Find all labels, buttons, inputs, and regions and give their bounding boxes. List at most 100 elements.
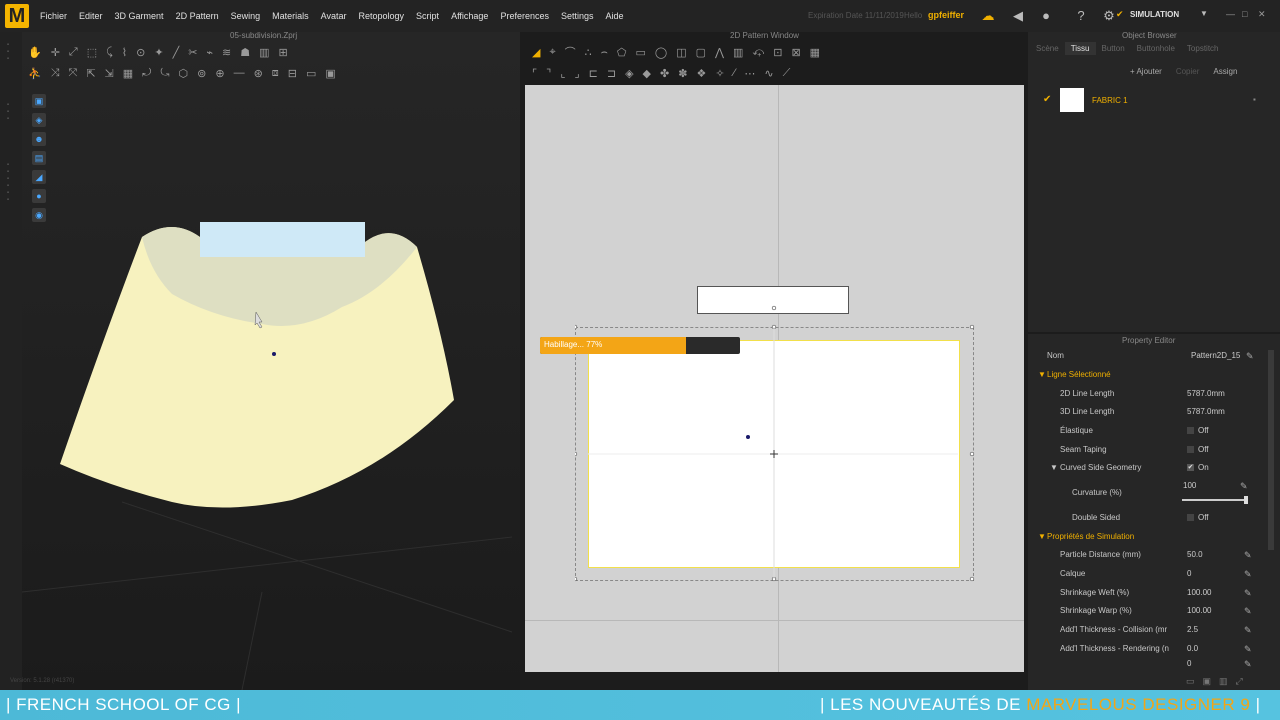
assign-fabric-button[interactable]: Assign — [1213, 67, 1237, 76]
property-editor-scrollbar[interactable] — [1268, 350, 1274, 550]
property-value[interactable]: Off — [1187, 422, 1209, 440]
property-value[interactable]: 0 — [1187, 658, 1191, 670]
property-value[interactable]: 100.00 — [1187, 602, 1211, 620]
zipper-icon[interactable]: ✧ — [715, 67, 724, 80]
menu-avatar[interactable]: Avatar — [315, 11, 353, 21]
dart-tool-icon[interactable]: ⋀ — [715, 46, 724, 59]
property-value[interactable]: 2.5 — [1187, 621, 1198, 639]
add-point-icon[interactable]: ∴ — [585, 46, 592, 59]
edit-pattern-icon[interactable]: ⌖ — [549, 46, 555, 59]
subsection-toggle-icon[interactable]: ▼ — [1050, 459, 1058, 477]
curvature-icon[interactable]: ⌢ — [601, 46, 608, 59]
section-toggle-icon[interactable]: ▼ — [1038, 366, 1046, 384]
menu-materials[interactable]: Materials — [266, 11, 315, 21]
edit-name-icon[interactable]: ✎ — [1246, 347, 1254, 365]
edit-icon[interactable]: ✎ — [1244, 621, 1252, 639]
chevron-down-icon[interactable]: ▼ — [1200, 9, 1208, 18]
topstitch-icon[interactable]: ⁄ — [734, 67, 736, 79]
section-proprietes-simulation[interactable]: ▼ Propriétés de Simulation — [1034, 528, 1270, 546]
menu-script[interactable]: Script — [410, 11, 445, 21]
trace-tool-icon[interactable]: ▥ — [733, 46, 743, 59]
view-layout-icon[interactable]: ▭ — [1186, 676, 1195, 687]
tab-tissu[interactable]: Tissu — [1064, 42, 1096, 55]
elastic-icon[interactable]: ∿ — [764, 67, 773, 80]
property-value[interactable]: ✔ On — [1187, 459, 1209, 477]
edit-curvature-icon[interactable]: ✎ — [1240, 477, 1248, 495]
texture-icon[interactable]: ◈ — [625, 67, 633, 80]
menu-preferences[interactable]: Preferences — [494, 11, 555, 21]
checkbox-seam-taping[interactable] — [1187, 446, 1194, 454]
property-value[interactable]: 100 — [1183, 477, 1196, 495]
modular-tab-icon[interactable]: ▪▪▪▪▪▪ — [5, 162, 11, 204]
3d-view-icon[interactable]: ▣ — [1203, 676, 1212, 687]
piping-icon[interactable]: ⋯ — [744, 67, 755, 80]
menu-affichage[interactable]: Affichage — [445, 11, 494, 21]
cloud-icon[interactable]: ☁ — [980, 8, 996, 24]
property-value[interactable]: 100.00 — [1187, 584, 1211, 602]
minimize-icon[interactable]: — — [1226, 9, 1235, 19]
edit-sewing-icon[interactable]: ⌟ — [574, 67, 579, 80]
menu-retopology[interactable]: Retopology — [353, 11, 411, 21]
section-ligne-selectionne[interactable]: ▼ Ligne Sélectionné — [1034, 366, 1270, 384]
seam-allowance-icon[interactable]: ⊡ — [773, 46, 782, 59]
maximize-icon[interactable]: □ — [1242, 9, 1247, 19]
internal-rect-icon[interactable]: ▢ — [696, 46, 706, 59]
annotation-icon[interactable]: ⊠ — [791, 46, 800, 59]
curvature-slider[interactable] — [1182, 499, 1246, 501]
fabric-swatch[interactable] — [1060, 88, 1084, 112]
2d-view-icon[interactable]: ▥ — [1219, 676, 1228, 687]
edit-icon[interactable]: ✎ — [1244, 546, 1252, 564]
menu-2d-pattern[interactable]: 2D Pattern — [170, 11, 225, 21]
button-tool-icon[interactable]: ✽ — [678, 67, 687, 80]
tab-scene[interactable]: Scène — [1030, 42, 1065, 55]
edit-curve-icon[interactable]: ⌒ — [565, 44, 576, 60]
checkbox-double-sided[interactable] — [1187, 514, 1194, 522]
property-value[interactable]: Off — [1187, 441, 1209, 459]
segment-sewing-icon[interactable]: ⌜ — [532, 67, 537, 80]
settings-icon[interactable]: ⚙ — [1101, 8, 1117, 24]
copy-fabric-button[interactable]: Copier — [1176, 67, 1200, 76]
edit-texture-icon[interactable]: ◆ — [643, 67, 651, 80]
buttonhole-icon[interactable]: ❖ — [696, 67, 706, 80]
tab-topstitch[interactable]: Topstitch — [1181, 42, 1225, 55]
checkbox-elastique[interactable] — [1187, 427, 1194, 435]
garment-3d-render[interactable] — [22, 32, 520, 690]
add-fabric-button[interactable]: + Ajouter — [1130, 67, 1162, 76]
fold-arrange-icon[interactable]: ⤽ — [752, 46, 764, 59]
property-value[interactable]: 0 — [1187, 565, 1191, 583]
ellipse-tool-icon[interactable]: ◯ — [655, 46, 667, 59]
curvature-slider-handle[interactable] — [1244, 496, 1248, 504]
tab-button[interactable]: Button — [1096, 42, 1131, 55]
edit-icon[interactable]: ✎ — [1244, 658, 1252, 670]
property-value[interactable]: Off — [1187, 509, 1209, 527]
menu-sewing[interactable]: Sewing — [225, 11, 267, 21]
checkbox-curved-side[interactable]: ✔ — [1187, 464, 1194, 472]
close-icon[interactable]: ✕ — [1258, 9, 1266, 20]
menu-3d-garment[interactable]: 3D Garment — [109, 11, 170, 21]
property-value[interactable]: 50.0 — [1187, 546, 1203, 564]
simulation-mode-label[interactable]: SIMULATION — [1130, 10, 1179, 19]
menu-fichier[interactable]: Fichier — [34, 11, 73, 21]
property-name-value[interactable]: Pattern2D_15 — [1191, 347, 1240, 365]
grading-icon[interactable]: ▦ — [810, 46, 820, 59]
tape-icon[interactable]: ⟋ — [783, 67, 791, 80]
library-tab-icon[interactable]: ▪▪▪ — [5, 42, 11, 63]
username[interactable]: gpfeiffer — [928, 10, 964, 20]
help-icon[interactable]: ? — [1073, 8, 1089, 24]
menu-editer[interactable]: Editer — [73, 11, 109, 21]
fabric-delete-icon[interactable]: ▪ — [1253, 95, 1256, 104]
m-n-sewing-icon[interactable]: ⌞ — [560, 67, 565, 80]
section-toggle-icon[interactable]: ▼ — [1038, 528, 1046, 546]
internal-poly-icon[interactable]: ◫ — [676, 46, 686, 59]
polygon-tool-icon[interactable]: ⬠ — [617, 46, 627, 59]
menu-aide[interactable]: Aide — [600, 11, 630, 21]
edit-icon[interactable]: ✎ — [1244, 565, 1252, 583]
property-value[interactable]: 0.0 — [1187, 640, 1198, 658]
fabric-name[interactable]: FABRIC 1 — [1092, 96, 1128, 105]
menu-settings[interactable]: Settings — [555, 11, 600, 21]
rectangle-tool-icon[interactable]: ▭ — [635, 46, 645, 59]
graphic-icon[interactable]: ✤ — [660, 67, 669, 80]
free-sewing-icon[interactable]: ⌝ — [546, 67, 551, 80]
sewing-length-icon[interactable]: ⊐ — [607, 67, 616, 80]
edit-icon[interactable]: ✎ — [1244, 640, 1252, 658]
